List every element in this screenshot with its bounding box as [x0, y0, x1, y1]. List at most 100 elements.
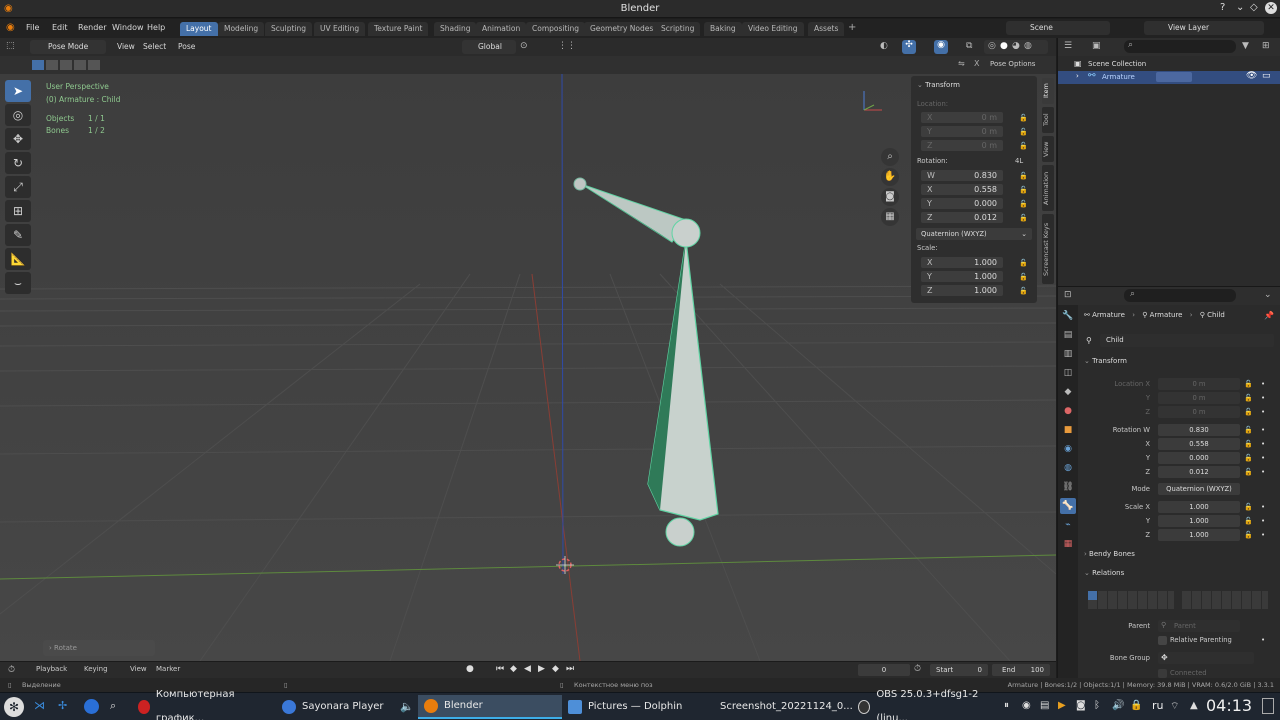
active-layer-cell[interactable]	[1088, 591, 1097, 600]
texture-tab-icon[interactable]: ▦	[1060, 536, 1076, 552]
bone-layers-grid-left[interactable]	[1088, 591, 1174, 609]
tab-texture-paint[interactable]: Texture Paint	[368, 22, 429, 36]
prop-scale-y[interactable]: 1.000	[1158, 515, 1240, 527]
editor-type-icon[interactable]: ☰	[1064, 41, 1072, 51]
prev-keyframe-icon[interactable]: ◆	[510, 664, 517, 674]
lock-icon[interactable]: 🔓	[1244, 468, 1253, 476]
cursor-tool-icon[interactable]: ◎	[5, 104, 31, 126]
new-collection-icon[interactable]: ⊞	[1262, 41, 1270, 51]
npanel-scale-x[interactable]: X 1.000	[921, 257, 1003, 268]
preview-range-icon[interactable]: ⏱	[914, 664, 921, 674]
prop-rotation-mode-dropdown[interactable]: Quaternion (WXYZ)	[1158, 483, 1240, 495]
camera-view-icon[interactable]: ◙	[881, 188, 899, 206]
tab-shading[interactable]: Shading	[434, 22, 477, 36]
lock-icon[interactable]: 🔓	[1019, 186, 1028, 194]
mirror-x-icon[interactable]: ⇋	[958, 59, 965, 68]
child-bone-tail[interactable]	[665, 517, 695, 547]
prop-parent-field[interactable]: Parent	[1158, 620, 1240, 632]
prop-rotation-w[interactable]: 0.830	[1158, 424, 1240, 436]
overlay-toggle-icon[interactable]: ◉	[934, 40, 948, 54]
snap-icon[interactable]: ⋮⋮	[558, 41, 576, 51]
move-tool-icon[interactable]: ✥	[5, 128, 31, 150]
current-frame-field[interactable]: 0	[858, 664, 910, 676]
shading-modes[interactable]: ◎ ● ◕ ◍	[984, 40, 1048, 54]
pose-options-menu[interactable]: Pose Options	[990, 60, 1035, 68]
task-screenshot[interactable]: Screenshot_20221124_0...	[708, 695, 853, 719]
bendy-bones-panel-header[interactable]: › Bendy Bones	[1084, 550, 1274, 563]
npanel-scale-z[interactable]: Z 1.000	[921, 285, 1003, 296]
tab-sculpting[interactable]: Sculpting	[265, 22, 313, 36]
orientation-selector[interactable]: Global	[462, 40, 516, 54]
select-mode-subtract-icon[interactable]	[60, 60, 72, 70]
menu-window[interactable]: Window	[112, 23, 144, 32]
clock-editor-icon[interactable]: ⏱	[8, 665, 15, 675]
lock-icon[interactable]: 🔓	[1019, 273, 1028, 281]
outliner-search-input[interactable]: ⌕	[1124, 40, 1236, 53]
task-kompyuternaya[interactable]: Компьютерная график...	[132, 689, 272, 720]
blender-menu-icon[interactable]: ◉	[6, 22, 15, 33]
tab-scripting[interactable]: Scripting	[655, 22, 701, 36]
chrome-icon[interactable]	[84, 699, 99, 714]
record-icon[interactable]: ●	[466, 664, 474, 674]
menu-playback[interactable]: Playback	[36, 665, 67, 673]
play-icon[interactable]: ▶	[538, 664, 545, 674]
transform-tool-icon[interactable]: ⊞	[5, 200, 31, 222]
lock-tray-icon[interactable]: 🔒	[1130, 700, 1142, 711]
menu-help[interactable]: Help	[147, 23, 165, 32]
3d-viewport[interactable]: ➤ ◎ ✥ ↻ ⤢ ⊞ ✎ 📐 ⌣ User Perspective (0) A…	[0, 74, 1056, 661]
start-frame-field[interactable]: Start 0	[930, 664, 988, 676]
solid-shading-icon[interactable]: ●	[1000, 41, 1008, 51]
tab-uv-editing[interactable]: UV Editing	[314, 22, 366, 36]
sidebar-tab-view[interactable]: View	[1042, 136, 1054, 162]
world-tab-icon[interactable]: ●	[1060, 403, 1076, 419]
bone-name-field[interactable]: Child	[1100, 334, 1274, 347]
editor-type-icon[interactable]: ⊡	[1064, 290, 1072, 300]
tab-modeling[interactable]: Modeling	[218, 22, 265, 36]
sidebar-tab-tool[interactable]: Tool	[1042, 107, 1054, 133]
add-workspace-icon[interactable]: +	[848, 22, 856, 33]
prop-rotation-y[interactable]: 0.000	[1158, 452, 1240, 464]
bluetooth-tray-icon[interactable]: ᛒ	[1094, 700, 1100, 711]
lock-icon[interactable]: 🔓	[1019, 287, 1028, 295]
scene-tab-icon[interactable]: ◆	[1060, 384, 1076, 400]
app-launcher-icon[interactable]: ✻	[4, 697, 24, 717]
sidebar-tab-item[interactable]: Item	[1042, 78, 1054, 104]
lock-icon[interactable]: 🔓	[1244, 380, 1253, 388]
gizmo-toggle-icon[interactable]: ✣	[902, 40, 916, 54]
lock-icon[interactable]: 🔓	[1019, 142, 1028, 150]
relations-panel-header[interactable]: ⌄ Relations	[1084, 569, 1274, 582]
lock-icon[interactable]: 🔓	[1244, 394, 1253, 402]
rendered-shading-icon[interactable]: ◍	[1024, 41, 1032, 51]
task-obs[interactable]: OBS 25.0.3+dfsg1-2 (linu...	[852, 689, 1000, 720]
menu-keying[interactable]: Keying	[84, 665, 108, 673]
eye-icon[interactable]: 👁	[1246, 71, 1257, 81]
volume-tray-icon[interactable]: 🔊	[1112, 700, 1124, 711]
keyframe-dot-icon[interactable]: •	[1261, 517, 1265, 525]
help-icon[interactable]: ?	[1220, 2, 1225, 13]
select-mode-invert-icon[interactable]	[74, 60, 86, 70]
keyframe-dot-icon[interactable]: •	[1261, 503, 1265, 511]
child-bone-head[interactable]	[671, 218, 701, 248]
media-tray-icon[interactable]: ▶	[1058, 700, 1066, 711]
keyboard-layout[interactable]: ru	[1152, 699, 1164, 712]
lock-icon[interactable]: 🔓	[1019, 214, 1028, 222]
prop-bone-group-field[interactable]	[1158, 652, 1254, 664]
clock[interactable]: 04:13	[1206, 696, 1252, 715]
wifi-tray-icon[interactable]: ⌔	[1170, 700, 1179, 713]
xray-icon[interactable]: ⧉	[966, 41, 972, 51]
object-constraints-tab-icon[interactable]: ⛓	[1060, 479, 1076, 495]
npanel-rotation-4l[interactable]: 4L	[1015, 157, 1023, 165]
select-mode-new-icon[interactable]	[32, 60, 44, 70]
sidebar-tab-animation[interactable]: Animation	[1042, 165, 1054, 211]
armature-data-icons[interactable]	[1156, 72, 1192, 82]
lock-icon[interactable]: 🔓	[1244, 426, 1253, 434]
render-visibility-icon[interactable]: ▭	[1262, 71, 1271, 81]
keyframe-dot-icon[interactable]: •	[1261, 408, 1265, 416]
npanel-rotation-mode-dropdown[interactable]: Quaternion (WXYZ) ⌄	[916, 228, 1032, 240]
measure-tool-icon[interactable]: 📐	[5, 248, 31, 270]
bone-tool-icon[interactable]: ⌣	[5, 272, 31, 294]
menu-view[interactable]: View	[117, 42, 135, 51]
select-tool-icon[interactable]: ➤	[5, 80, 31, 102]
prop-scale-z[interactable]: 1.000	[1158, 529, 1240, 541]
npanel-rotation-z[interactable]: Z 0.012	[921, 212, 1003, 223]
